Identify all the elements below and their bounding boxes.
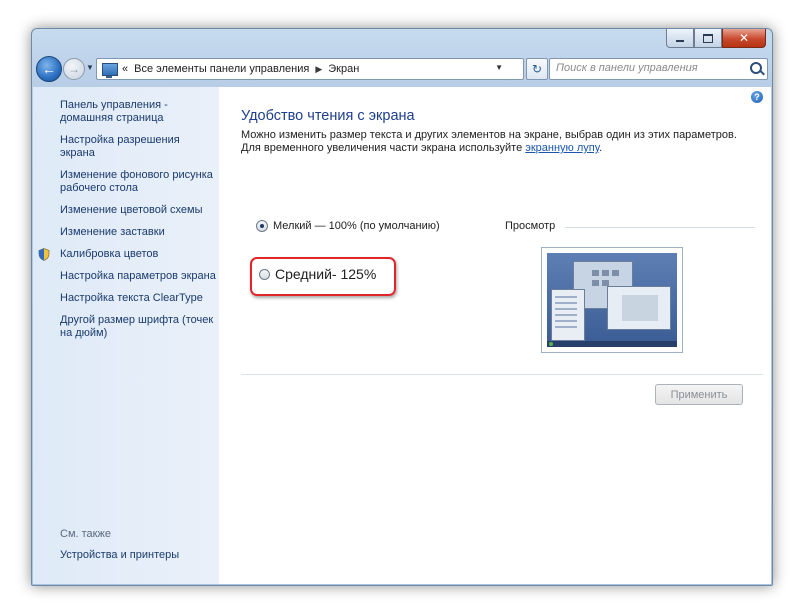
preview-window-list	[551, 289, 585, 341]
refresh-button[interactable]: ↻	[526, 58, 548, 80]
preview-divider	[565, 227, 755, 228]
sidebar-item-cleartype[interactable]: Настройка текста ClearType	[60, 292, 216, 305]
sidebar-item-control-panel-home[interactable]: Панель управления - домашняя страница	[60, 99, 216, 125]
description: Можно изменить размер текста и других эл…	[241, 129, 761, 155]
description-line-1: Можно изменить размер текста и других эл…	[241, 129, 737, 141]
preview-image	[541, 247, 683, 353]
sidebar-item-screen-resolution[interactable]: Настройка разрешения экрана	[60, 134, 216, 160]
description-suffix: .	[599, 142, 603, 154]
left-task-pane: Панель управления - домашняя страница На…	[33, 87, 219, 584]
option-small-radio[interactable]: Мелкий — 100% (по умолчанию)	[256, 220, 440, 232]
forward-arrow-icon: →	[68, 62, 80, 76]
sidebar-item-screen-saver[interactable]: Изменение заставки	[60, 226, 216, 239]
breadcrumb-display[interactable]: Экран	[328, 63, 359, 75]
minimize-icon	[676, 40, 684, 42]
search-icon[interactable]	[750, 62, 762, 74]
address-bar[interactable]: « Все элементы панели управления ▶ Экран…	[96, 58, 524, 80]
sidebar-item-desktop-background[interactable]: Изменение фонового рисунка рабочего стол…	[60, 169, 216, 195]
forward-button[interactable]: →	[63, 58, 85, 80]
sidebar-item-display-settings[interactable]: Настройка параметров экрана	[60, 270, 216, 283]
address-dropdown-icon[interactable]: ▼	[495, 63, 503, 72]
back-button[interactable]: ←	[36, 56, 62, 82]
refresh-icon: ↻	[531, 62, 543, 76]
option-small-label[interactable]: Мелкий — 100% (по умолчанию)	[273, 220, 440, 232]
control-panel-window: ✕ ← → ▼ « Все элементы панели управления…	[31, 28, 773, 586]
shield-icon	[38, 248, 50, 261]
option-medium-label[interactable]: Средний- 125%	[275, 266, 376, 282]
sidebar-item-calibrate-color[interactable]: Калибровка цветов	[38, 248, 216, 261]
close-button[interactable]: ✕	[722, 29, 766, 48]
close-icon: ✕	[738, 31, 750, 45]
apply-button[interactable]: Применить	[655, 384, 743, 405]
preview-screen	[547, 253, 677, 347]
section-divider	[241, 374, 763, 375]
recent-pages-dropdown[interactable]: ▼	[86, 63, 94, 72]
sidebar-item-custom-dpi[interactable]: Другой размер шрифта (точек на дюйм)	[60, 314, 216, 340]
help-icon[interactable]: ?	[751, 91, 763, 103]
search-box[interactable]	[549, 58, 768, 80]
see-also-heading: См. также	[60, 528, 111, 540]
magnifier-link[interactable]: экранную лупу	[525, 142, 599, 154]
navigation-bar: ← → ▼ « Все элементы панели управления ▶…	[32, 55, 772, 83]
radio-unselected-icon[interactable]	[259, 268, 270, 280]
breadcrumb-prefix[interactable]: «	[122, 63, 128, 75]
back-arrow-icon: ←	[42, 61, 56, 77]
maximize-button[interactable]	[694, 29, 722, 48]
sidebar-item-label: Калибровка цветов	[60, 248, 159, 260]
preview-window-main	[607, 286, 671, 330]
sidebar-item-color-scheme[interactable]: Изменение цветовой схемы	[60, 204, 216, 217]
description-prefix: Для временного увеличения части экрана и…	[241, 142, 526, 154]
breadcrumb-all-items[interactable]: Все элементы панели управления	[134, 63, 309, 75]
option-medium-radio[interactable]: Средний- 125%	[259, 266, 376, 282]
preview-taskbar	[547, 341, 677, 347]
page-title: Удобство чтения с экрана	[241, 108, 415, 124]
breadcrumb-separator-icon[interactable]: ▶	[315, 64, 322, 75]
radio-selected-icon[interactable]	[256, 220, 268, 232]
task-list: Панель управления - домашняя страница На…	[38, 99, 216, 349]
control-panel-icon	[102, 62, 118, 78]
main-content: ? Удобство чтения с экрана Можно изменит…	[219, 87, 771, 584]
maximize-icon	[703, 33, 713, 43]
minimize-button[interactable]	[666, 29, 694, 48]
search-input[interactable]	[550, 59, 742, 77]
preview-label: Просмотр	[505, 220, 556, 232]
description-line-2: Для временного увеличения части экрана и…	[241, 142, 761, 155]
caption-buttons: ✕	[666, 29, 766, 49]
devices-printers-link[interactable]: Устройства и принтеры	[60, 549, 179, 561]
